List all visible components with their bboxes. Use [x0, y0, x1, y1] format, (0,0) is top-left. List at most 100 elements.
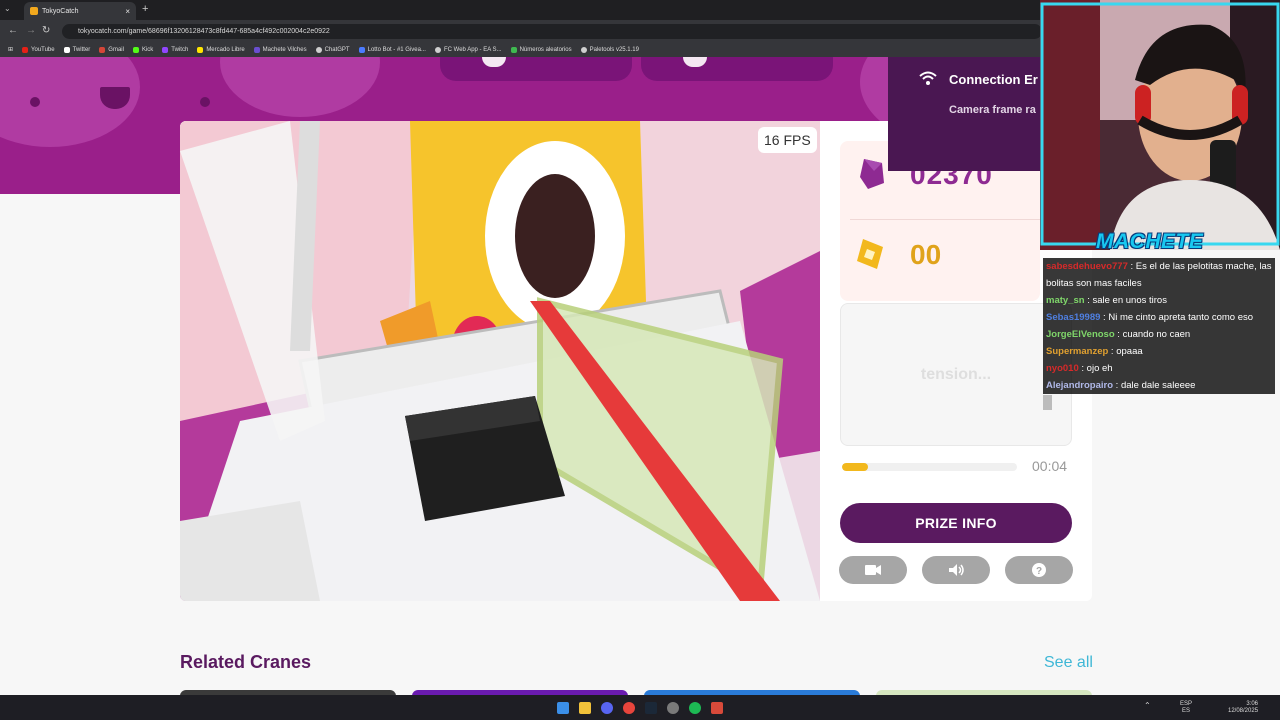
chat-scrollbar[interactable]	[1043, 395, 1052, 410]
see-all-link[interactable]: See all	[1044, 654, 1093, 672]
help-button[interactable]: ?	[1005, 556, 1073, 584]
chat-username: maty_sn	[1046, 295, 1085, 306]
chat-text: ojo eh	[1086, 363, 1113, 374]
sound-button[interactable]	[922, 556, 990, 584]
windows-taskbar	[0, 695, 1280, 720]
chat-message: maty_sn : sale en unos tiros	[1043, 292, 1275, 309]
svg-text:?: ?	[1036, 566, 1042, 577]
stream-chat: sabesdehuevo777 : Es el de las pelotitas…	[1043, 258, 1275, 394]
chat-message: JorgeElVenoso : cuando no caen	[1043, 326, 1275, 343]
bookmark-label: Gmail	[108, 46, 124, 53]
obs-icon[interactable]	[711, 702, 723, 714]
bookmark-chatgpt[interactable]: ChatGPT	[315, 46, 350, 53]
bookmark-youtube[interactable]: YouTube	[22, 46, 55, 53]
streamer-webcam	[1040, 0, 1280, 250]
bookmark-label: Twitch	[171, 46, 189, 53]
bookmark-machete[interactable]: Machete Vilches	[253, 46, 307, 53]
bookmark-label: YouTube	[31, 46, 55, 53]
ticket-icon	[855, 237, 887, 276]
chat-username: nyo010	[1046, 363, 1079, 374]
bookmark-fc-web-app[interactable]: FC Web App - EA S...	[434, 46, 502, 53]
toast-title: Connection Er	[949, 72, 1038, 87]
tab-search-button[interactable]: ⌄	[4, 4, 11, 13]
forward-arrow-icon[interactable]: →	[26, 25, 36, 36]
tokyocatch-favicon-icon	[30, 7, 38, 15]
fps-badge: 16 FPS	[758, 127, 817, 153]
language-indicator[interactable]: ESP ES	[1180, 701, 1192, 715]
chat-text: Ni me cinto apreta tanto como eso	[1108, 312, 1254, 323]
wifi-icon	[918, 70, 938, 91]
help-icon: ?	[1032, 563, 1046, 577]
bookmark-label: Lotto Bot - #1 Givea...	[367, 46, 426, 53]
language-code: ESP	[1180, 701, 1193, 707]
chat-text: sale en unos tiros	[1092, 295, 1167, 306]
gem-icon	[858, 157, 886, 196]
close-tab-icon[interactable]: ×	[125, 7, 130, 16]
chat-username: Alejandropairo	[1046, 380, 1114, 391]
bookmark-label: ChatGPT	[324, 46, 350, 53]
game-mode-button-1[interactable]	[440, 57, 632, 81]
spotify-icon[interactable]	[689, 702, 701, 714]
divider	[850, 219, 1040, 220]
bookmark-twitter[interactable]: Twitter	[63, 46, 91, 53]
clock-time: 3:06	[1246, 701, 1259, 707]
camera-icon	[865, 565, 881, 575]
bookmark-kick[interactable]: Kick	[132, 46, 154, 53]
chrome-icon[interactable]	[623, 702, 635, 714]
ticket-balance: 00	[910, 239, 942, 270]
chat-text: cuando no caen	[1122, 329, 1191, 340]
steam-icon[interactable]	[645, 702, 657, 714]
bookmark-gmail[interactable]: Gmail	[99, 46, 124, 53]
streamer-webcam-image	[1040, 0, 1280, 250]
bookmark-paletools[interactable]: Paletools v25.1.19	[580, 46, 639, 53]
bookmark-label: Mercado Libre	[206, 46, 245, 53]
speaker-icon	[949, 564, 964, 576]
file-explorer-icon[interactable]	[579, 702, 591, 714]
chat-message: nyo010 : ojo eh	[1043, 360, 1275, 377]
chat-message: Sebas19989 : Ni me cinto apreta tanto co…	[1043, 309, 1275, 326]
tab-title: TokyoCatch	[42, 7, 79, 15]
windows-start-icon[interactable]	[557, 702, 569, 714]
switch-camera-button[interactable]	[839, 556, 907, 584]
bookmark-label: FC Web App - EA S...	[443, 46, 502, 53]
chat-message: sabesdehuevo777 : Es el de las pelotitas…	[1043, 258, 1275, 292]
taskbar-clock[interactable]: 3:06 12/08/2025	[1228, 701, 1258, 715]
chat-username: JorgeElVenoso	[1046, 329, 1115, 340]
toast-message: Camera frame ra	[949, 104, 1036, 116]
timer-progress-fill	[842, 463, 869, 471]
chat-text: opaaa	[1116, 346, 1143, 357]
reload-icon[interactable]: ↻	[42, 25, 50, 36]
chat-username: Supermanzep	[1046, 346, 1109, 357]
crane-video-stream	[180, 121, 820, 601]
bookmark-label: Twitter	[72, 46, 91, 53]
related-cranes-title: Related Cranes	[180, 652, 312, 672]
browser-tab[interactable]: TokyoCatch ×	[24, 2, 136, 20]
bookmark-lotto-bot[interactable]: Lotto Bot - #1 Givea...	[358, 46, 426, 53]
url-field[interactable]: tokyocatch.com/game/68696f13206128473c8f…	[62, 24, 1042, 39]
clock-date: 12/08/2025	[1228, 708, 1259, 714]
bookmark-label: Machete Vilches	[262, 46, 307, 53]
chevron-up-icon[interactable]: ⌃	[1144, 701, 1151, 710]
bookmark-mercado-libre[interactable]: Mercado Libre	[197, 46, 245, 53]
bookmark-label: Números aleatorios	[519, 46, 572, 53]
bookmark-numeros[interactable]: Números aleatorios	[510, 46, 572, 53]
apps-icon[interactable]: ⊞	[8, 46, 13, 53]
system-tray: ⌃	[1144, 701, 1151, 710]
bookmark-twitch[interactable]: Twitch	[162, 46, 189, 53]
bookmark-label: Paletools v25.1.19	[589, 46, 639, 53]
chat-message: Supermanzep : opaaa	[1043, 343, 1275, 360]
keyboard-layout: ES	[1182, 708, 1191, 714]
chat-username: Sebas19989	[1046, 312, 1101, 323]
bookmark-label: Kick	[141, 46, 154, 53]
prize-info-button[interactable]: PRIZE INFO	[840, 503, 1072, 543]
tension-label: tension...	[920, 366, 992, 383]
timer-progress-bar	[842, 463, 1017, 471]
chat-message: Alejandropairo : dale dale saleeee	[1043, 377, 1275, 394]
back-arrow-icon[interactable]: ←	[8, 25, 18, 36]
chat-username: sabesdehuevo777	[1046, 261, 1128, 272]
streamer-name: MACHETE	[1096, 230, 1204, 253]
app-icon[interactable]	[667, 702, 679, 714]
discord-icon[interactable]	[601, 702, 613, 714]
new-tab-button[interactable]: +	[142, 3, 148, 15]
game-mode-button-2[interactable]	[641, 57, 833, 81]
